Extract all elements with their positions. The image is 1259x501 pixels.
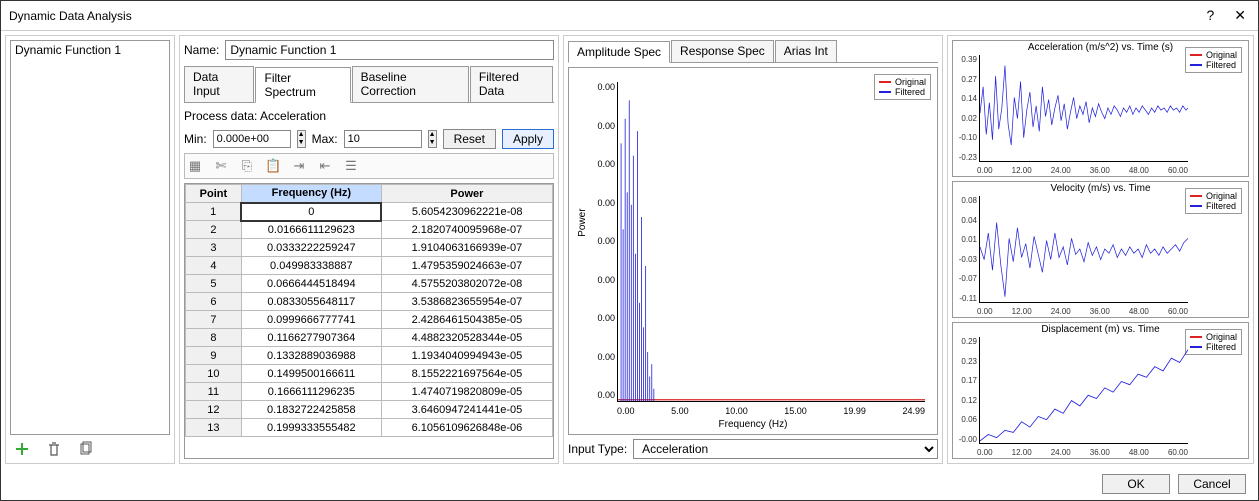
th-power[interactable]: Power [381,185,552,203]
power-spectrum-chart: Original Filtered Power Frequency (Hz) 0… [568,67,938,435]
table-row[interactable]: 70.09996667777412.4286461504385e-05 [186,311,553,329]
main-window: Dynamic Data Analysis ? ✕ Dynamic Functi… [0,0,1259,501]
name-input[interactable] [225,40,554,60]
input-type-label: Input Type: [568,442,627,456]
table-toolbar: ▦ ✄ ⎘ 📋 ⇥ ⇤ ☰ [184,153,554,179]
ok-button[interactable]: OK [1102,474,1170,494]
velocity-chart: Velocity (m/s) vs. Time OriginalFiltered… [952,181,1249,318]
table-row[interactable]: 90.13328890369881.1934040994943e-05 [186,347,553,365]
th-point[interactable]: Point [186,185,242,203]
titlebar: Dynamic Data Analysis ? ✕ [1,1,1258,31]
insert-row-icon[interactable]: ⇥ [291,158,307,174]
max-input[interactable] [344,130,422,148]
function-list-item[interactable]: Dynamic Function 1 [15,43,165,57]
input-type-select[interactable]: Acceleration [633,439,938,459]
process-data-label: Process data: Acceleration [184,107,554,125]
table-row[interactable]: 100.14995001666118.1552221697564e-05 [186,365,553,383]
main-tabs: Data Input Filter Spectrum Baseline Corr… [184,66,554,103]
function-list-pane: Dynamic Function 1 [5,35,175,464]
delete-row-icon[interactable]: ⇤ [317,158,333,174]
cancel-button[interactable]: Cancel [1178,474,1246,494]
displacement-chart: Displacement (m) vs. Time OriginalFilter… [952,322,1249,459]
tab-data-input[interactable]: Data Input [184,66,254,102]
dialog-footer: OK Cancel [1,468,1258,500]
tab-filter-spectrum[interactable]: Filter Spectrum [255,67,350,103]
paste-icon[interactable]: 📋 [265,158,281,174]
cut-icon[interactable]: ✄ [213,158,229,174]
plot-icon[interactable]: ☰ [343,158,359,174]
min-input[interactable] [213,130,291,148]
function-list-tools [10,435,170,459]
copy-icon[interactable] [78,441,94,457]
delete-icon[interactable] [46,441,62,457]
tab-baseline-correction[interactable]: Baseline Correction [352,66,469,102]
reset-button[interactable]: Reset [443,129,496,149]
copy-icon[interactable]: ⎘ [239,158,255,174]
tab-arias-int[interactable]: Arias Int [775,40,837,62]
spectrum-table[interactable]: Point Frequency (Hz) Power 105.605423096… [184,183,554,459]
name-label: Name: [184,43,219,57]
table-row[interactable]: 20.01666111296232.1820740095968e-07 [186,221,553,239]
acceleration-chart: Acceleration (m/s^2) vs. Time (s) Origin… [952,40,1249,177]
power-ylabel: Power [577,208,588,236]
table-row[interactable]: 80.11662779073644.4882320528344e-05 [186,329,553,347]
max-spinner[interactable]: ▲▼ [428,130,437,148]
close-button[interactable]: ✕ [1230,7,1250,24]
table-row[interactable]: 40.0499833388871.4795359024663e-07 [186,257,553,275]
table-row[interactable]: 120.18327224258583.6460947241441e-05 [186,401,553,419]
function-list[interactable]: Dynamic Function 1 [10,40,170,435]
apply-button[interactable]: Apply [502,129,554,149]
table-row[interactable]: 130.19993335554826.1056109626848e-06 [186,419,553,437]
th-frequency[interactable]: Frequency (Hz) [241,185,381,203]
table-row[interactable]: 50.06664445184944.5755203802072e-08 [186,275,553,293]
spectrum-tabs: Amplitude Spec Response Spec Arias Int [568,40,938,63]
spectrum-pane: Amplitude Spec Response Spec Arias Int O… [563,35,943,464]
timeseries-pane: Acceleration (m/s^2) vs. Time (s) Origin… [947,35,1254,464]
power-xlabel: Frequency (Hz) [719,419,788,430]
max-label: Max: [312,132,338,146]
power-plot-area [617,82,925,402]
tab-response-spec[interactable]: Response Spec [671,40,774,62]
table-row[interactable]: 60.08330556481173.5386823655954e-07 [186,293,553,311]
tab-amplitude-spec[interactable]: Amplitude Spec [568,41,670,63]
window-title: Dynamic Data Analysis [9,9,1202,23]
table-row[interactable]: 105.6054230962221e-08 [186,203,553,221]
select-icon[interactable]: ▦ [187,158,203,174]
min-label: Min: [184,132,207,146]
min-spinner[interactable]: ▲▼ [297,130,306,148]
help-button[interactable]: ? [1202,7,1218,24]
table-row[interactable]: 30.03332222592471.9104063166939e-07 [186,239,553,257]
properties-pane: Name: Data Input Filter Spectrum Baselin… [179,35,559,464]
table-row[interactable]: 110.16661112962351.4740719820809e-05 [186,383,553,401]
add-icon[interactable] [14,441,30,457]
tab-filtered-data[interactable]: Filtered Data [470,66,553,102]
